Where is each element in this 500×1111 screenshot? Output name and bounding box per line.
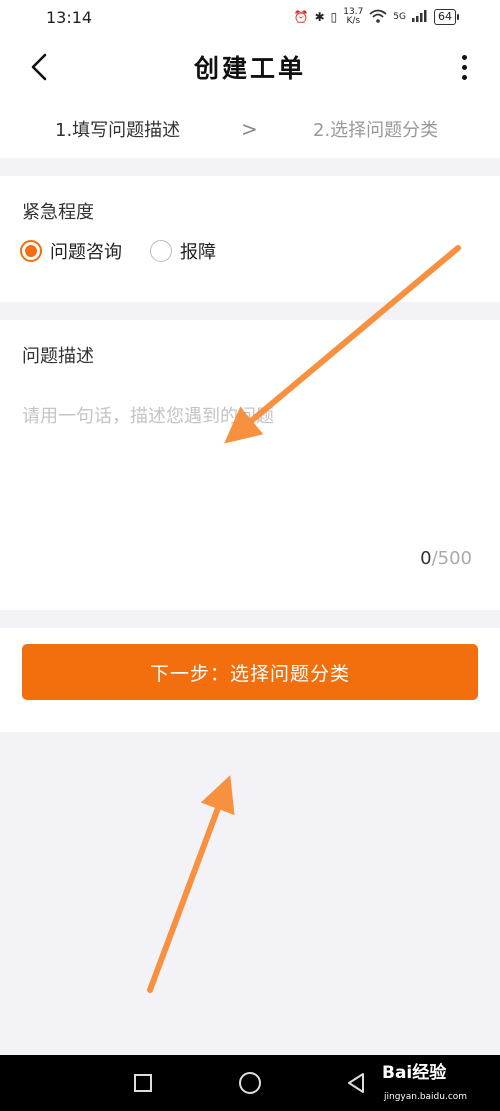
urgency-card: 紧急程度 问题咨询 报障: [0, 176, 500, 302]
next-step-button[interactable]: 下一步：选择问题分类: [22, 644, 478, 700]
bluetooth-icon: ✱: [314, 10, 325, 24]
annotation-arrow-bottom: [147, 775, 235, 993]
step-2[interactable]: 2.选择问题分类: [313, 116, 438, 142]
square-icon: [134, 1074, 152, 1092]
system-back-button[interactable]: [344, 1071, 368, 1095]
page-title: 创建工单: [193, 54, 306, 83]
radio-unchecked-icon[interactable]: [150, 240, 172, 262]
radio-option-label: 报障: [180, 242, 216, 263]
step-1: 1.填写问题描述: [55, 120, 181, 141]
radio-checked-icon[interactable]: [20, 240, 42, 262]
char-counter: 0/500: [420, 548, 472, 569]
more-vertical-icon: [461, 54, 467, 60]
vibrate-icon: ▯: [330, 10, 338, 24]
step-separator-icon: >: [241, 117, 258, 141]
description-card: 问题描述 0/500: [0, 320, 500, 610]
network-type: 5G: [393, 12, 406, 22]
circle-icon: [239, 1072, 261, 1094]
back-button[interactable]: [22, 50, 56, 84]
char-count-max: 500: [437, 548, 472, 569]
alarm-icon: ⏰: [293, 10, 309, 24]
wifi-icon: [369, 9, 387, 26]
home-button[interactable]: [238, 1071, 262, 1095]
radio-option-consult[interactable]: 问题咨询: [20, 238, 122, 264]
action-card: 下一步：选择问题分类: [0, 628, 500, 732]
status-icons: ⏰ ✱ ▯ 13.7 K/s 5G 64: [293, 8, 459, 26]
status-bar: 13:14 ⏰ ✱ ▯ 13.7 K/s 5G 64: [0, 0, 500, 34]
net-speed: 13.7 K/s: [343, 8, 363, 26]
chevron-left-icon: [31, 53, 47, 81]
urgency-label: 紧急程度: [22, 202, 94, 223]
more-button[interactable]: [456, 52, 472, 82]
step-indicator: 1.填写问题描述 > 2.选择问题分类: [0, 100, 500, 158]
radio-option-report[interactable]: 报障: [150, 238, 216, 264]
description-label: 问题描述: [22, 346, 94, 367]
watermark-brand: Bai经验: [382, 1063, 447, 1083]
triangle-back-icon: [348, 1073, 364, 1093]
battery-icon: 64: [434, 9, 459, 25]
net-speed-unit: K/s: [346, 16, 361, 26]
description-input[interactable]: [22, 402, 478, 522]
signal-icon: [412, 9, 428, 25]
radio-option-label: 问题咨询: [50, 242, 122, 263]
char-count-current: 0: [420, 548, 432, 569]
nav-bar: 创建工单: [0, 34, 500, 100]
status-time: 13:14: [46, 7, 93, 27]
urgency-radio-group: 问题咨询 报障: [20, 238, 244, 264]
recent-apps-button[interactable]: [131, 1071, 155, 1095]
watermark-url: jingyan.baidu.com: [384, 1092, 468, 1102]
